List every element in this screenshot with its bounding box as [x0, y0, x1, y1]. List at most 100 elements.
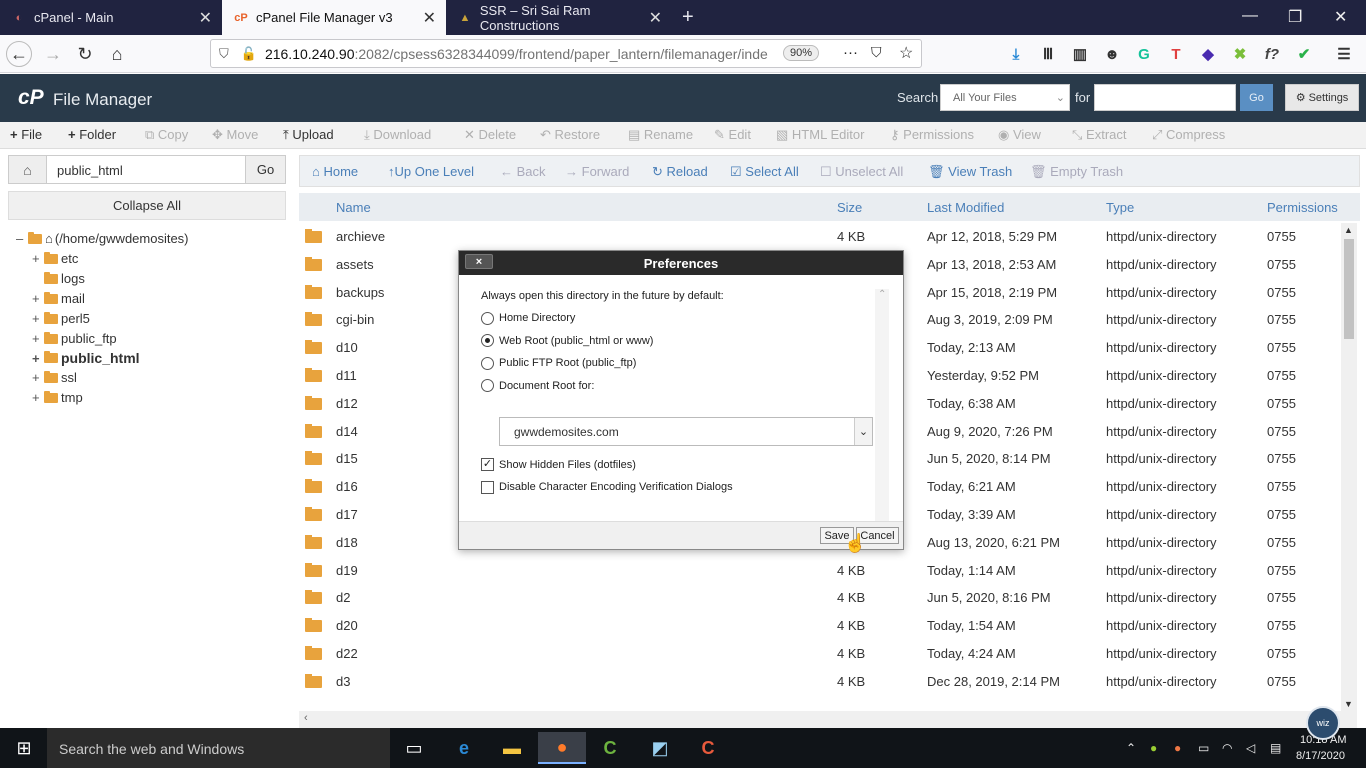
tray-app-icon[interactable]: ●: [1174, 741, 1181, 755]
view-trash-button[interactable]: 🗑 View Trash: [928, 164, 1012, 180]
battery-icon[interactable]: ▭: [1198, 741, 1209, 755]
move-button[interactable]: ✥ Move: [212, 127, 258, 143]
menu-hamburger-icon[interactable]: ☰: [1334, 44, 1354, 64]
tree-item-etc[interactable]: + etc: [32, 251, 78, 266]
vertical-scrollbar[interactable]: ▲ ▼: [1341, 223, 1357, 711]
account-icon[interactable]: ☻: [1102, 44, 1122, 64]
windows-start-icon[interactable]: ⊞: [0, 732, 48, 764]
restore-button[interactable]: ↶ Restore: [540, 127, 600, 143]
camtasia-icon[interactable]: C: [586, 732, 634, 764]
expand-plus-icon[interactable]: +: [32, 291, 44, 306]
scrollbar-thumb[interactable]: [1344, 239, 1354, 339]
forward-arrow-icon[interactable]: →: [40, 41, 66, 67]
file-name[interactable]: assets: [336, 257, 374, 272]
radio-web-label[interactable]: Web Root (public_html or www): [499, 335, 653, 347]
minimize-icon[interactable]: —: [1242, 7, 1258, 25]
extension-diamond-icon[interactable]: ◆: [1198, 44, 1218, 64]
delete-button[interactable]: ✕ Delete: [464, 127, 516, 143]
file-name[interactable]: archieve: [336, 229, 385, 244]
table-row[interactable]: d2 4 KB Jun 5, 2020, 8:16 PM httpd/unix-dir…: [299, 584, 1344, 612]
edit-button[interactable]: ✎ Edit: [714, 127, 751, 143]
expand-plus-icon[interactable]: +: [32, 370, 44, 385]
html-editor-button[interactable]: ▧ HTML Editor: [776, 127, 864, 143]
col-type[interactable]: Type: [1106, 200, 1134, 215]
disable-encoding-checkbox[interactable]: [481, 481, 494, 494]
window-close-icon[interactable]: ✕: [1334, 7, 1347, 27]
empty-trash-button[interactable]: 🗑 Empty Trash: [1030, 164, 1123, 180]
file-explorer-icon[interactable]: ▬: [488, 732, 536, 764]
file-name[interactable]: d16: [336, 479, 358, 494]
library-icon[interactable]: Ⅲ: [1038, 44, 1058, 64]
nav-forward-button[interactable]: → Forward: [565, 164, 629, 179]
radio-web-root[interactable]: [481, 334, 494, 347]
tree-item-ssl[interactable]: + ssl: [32, 370, 77, 385]
tree-root[interactable]: – ⌂ (/home/gwwdemosites): [16, 231, 189, 246]
expand-plus-icon[interactable]: +: [32, 351, 44, 366]
file-name[interactable]: d10: [336, 340, 358, 355]
tree-item-public-html[interactable]: + public_html: [32, 350, 140, 366]
reload-icon[interactable]: ↻: [72, 41, 98, 67]
tree-item-perl5[interactable]: + perl5: [32, 311, 90, 326]
home-icon[interactable]: ⌂: [9, 156, 47, 183]
scroll-up-icon[interactable]: ⌃: [878, 289, 886, 300]
taskbar-search[interactable]: Search the web and Windows: [47, 728, 390, 768]
file-name[interactable]: d17: [336, 507, 358, 522]
path-input[interactable]: public_html: [57, 163, 123, 178]
file-name[interactable]: d22: [336, 646, 358, 661]
nav-home-button[interactable]: ⌂ Home: [312, 164, 358, 179]
volume-icon[interactable]: ◁: [1246, 741, 1255, 755]
search-input[interactable]: [1094, 84, 1236, 111]
new-file-button[interactable]: + File: [10, 127, 42, 142]
close-tab-icon[interactable]: ✕: [649, 8, 662, 28]
scroll-down-icon[interactable]: ▼: [1344, 699, 1353, 709]
file-name[interactable]: d3: [336, 674, 350, 689]
disable-encoding-label[interactable]: Disable Character Encoding Verification …: [499, 481, 733, 493]
clock-date[interactable]: 8/17/2020: [1296, 750, 1345, 762]
dialog-scrollbar[interactable]: ⌃ ⌄: [875, 289, 889, 531]
show-hidden-checkbox[interactable]: ✓: [481, 458, 494, 471]
table-row[interactable]: d22 4 KB Today, 4:24 AM httpd/unix-director…: [299, 640, 1344, 668]
tab-ssr[interactable]: ▲ SSR – Sri Sai Ram Constructions ✕: [446, 0, 672, 35]
search-scope-select[interactable]: All Your Files ⌄: [940, 84, 1070, 111]
sidebar-icon[interactable]: ▥: [1070, 44, 1090, 64]
file-name[interactable]: d19: [336, 563, 358, 578]
tree-item-logs[interactable]: logs: [32, 271, 85, 286]
collapse-all-button[interactable]: Collapse All: [8, 191, 286, 220]
notifications-icon[interactable]: ▤: [1270, 741, 1281, 755]
copy-button[interactable]: ⧉ Copy: [145, 127, 188, 143]
home-icon[interactable]: ⌂: [104, 41, 130, 67]
edge-icon[interactable]: e: [440, 732, 488, 764]
tab-file-manager[interactable]: cP cPanel File Manager v3 ✕: [222, 0, 446, 35]
expand-plus-icon[interactable]: +: [32, 311, 44, 326]
firefox-icon[interactable]: ●: [538, 732, 586, 764]
bookmark-star-icon[interactable]: ☆: [899, 43, 913, 63]
dialog-close-icon[interactable]: ×: [465, 254, 493, 269]
more-actions-icon[interactable]: ···: [843, 44, 858, 61]
tree-item-tmp[interactable]: + tmp: [32, 390, 83, 405]
new-folder-button[interactable]: + Folder: [68, 127, 116, 142]
view-button[interactable]: ◉ View: [998, 127, 1041, 143]
grammarly-icon[interactable]: G: [1134, 44, 1154, 64]
pocket-icon[interactable]: ⛉: [871, 44, 882, 61]
file-name[interactable]: d2: [336, 590, 350, 605]
document-root-select[interactable]: gwwdemosites.com ⌄: [499, 417, 873, 446]
file-name[interactable]: d12: [336, 396, 358, 411]
col-name[interactable]: Name: [336, 200, 371, 215]
upload-button[interactable]: ⤒ Upload: [283, 127, 334, 143]
tab-cpanel-main[interactable]: ◐ cPanel - Main ✕: [0, 0, 222, 35]
expand-plus-icon[interactable]: +: [32, 331, 44, 346]
wifi-icon[interactable]: ◠: [1222, 741, 1232, 755]
unselect-all-button[interactable]: ☐ Unselect All: [820, 164, 903, 180]
file-name[interactable]: d18: [336, 535, 358, 550]
path-go-button[interactable]: Go: [245, 156, 285, 183]
file-name[interactable]: d11: [336, 368, 357, 383]
task-view-icon[interactable]: ▭: [390, 732, 438, 764]
search-go-button[interactable]: Go: [1240, 84, 1273, 111]
extension-fn-icon[interactable]: f?: [1262, 44, 1282, 64]
table-row[interactable]: d19 4 KB Today, 1:14 AM httpd/unix-director…: [299, 557, 1344, 585]
url-bar[interactable]: ⛉ 🔓 216.10.240.90:2082/cpsess6328344099/…: [210, 39, 922, 68]
col-modified[interactable]: Last Modified: [927, 200, 1004, 215]
restore-icon[interactable]: ❐: [1288, 7, 1302, 27]
file-name[interactable]: d15: [336, 451, 358, 466]
expand-plus-icon[interactable]: +: [32, 251, 44, 266]
